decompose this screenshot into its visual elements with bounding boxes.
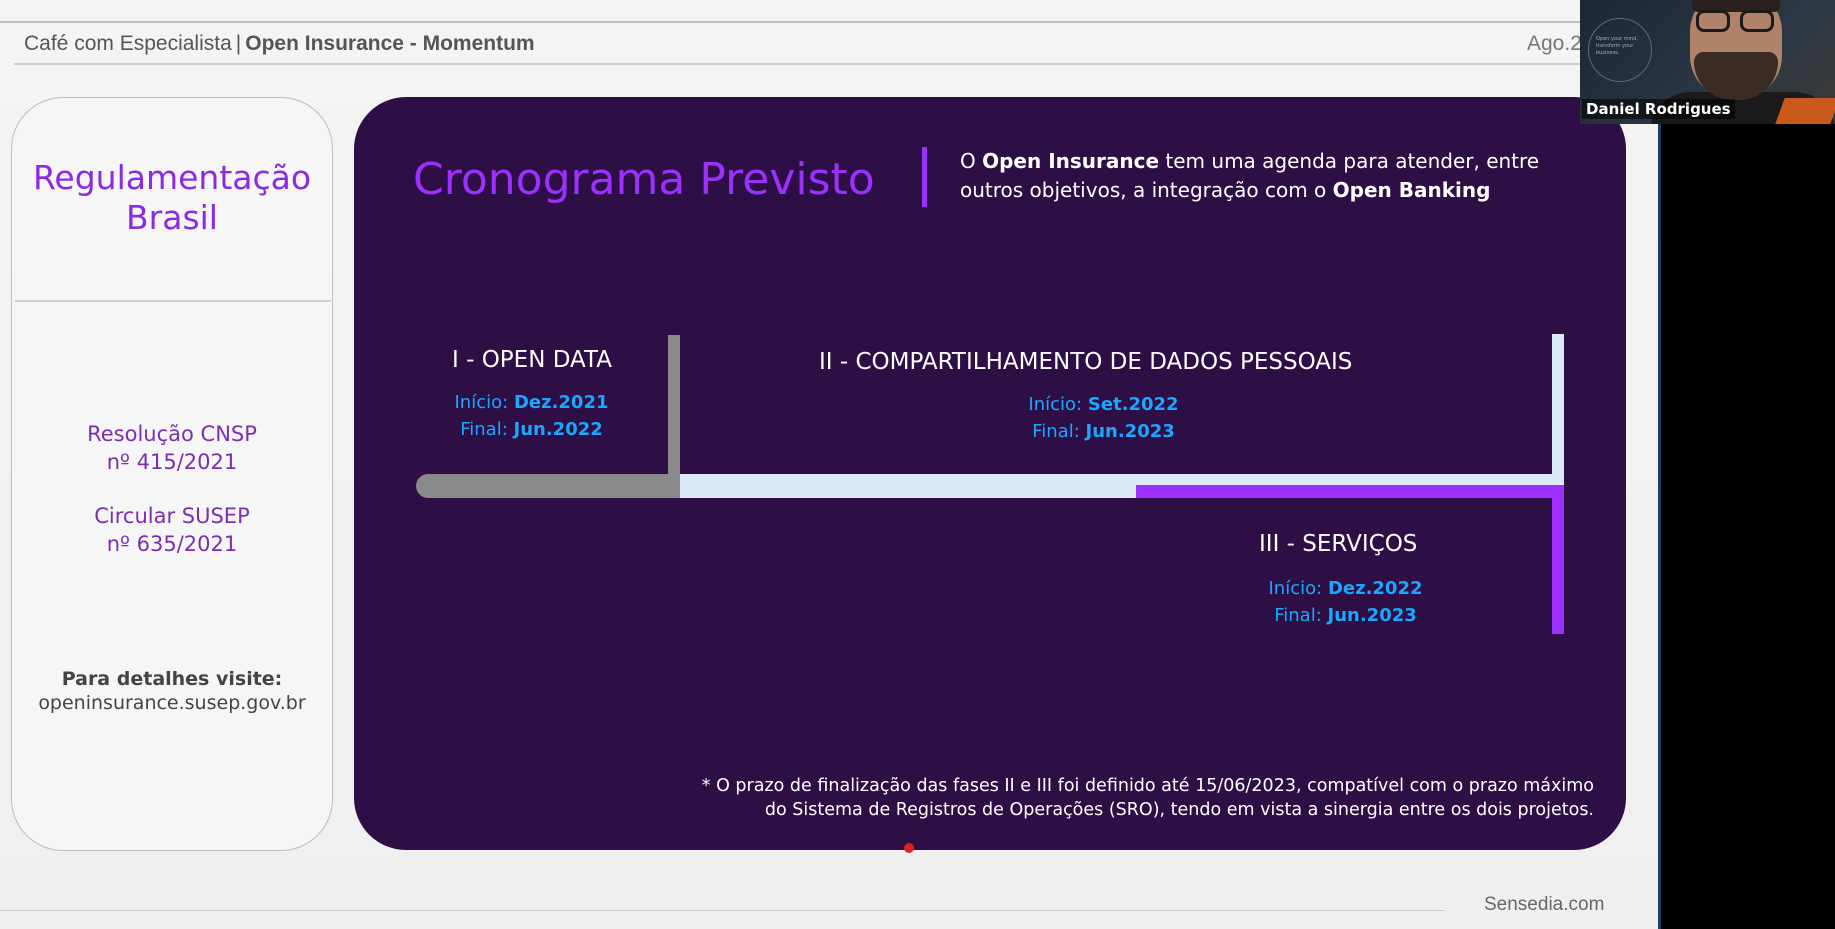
footer-divider xyxy=(0,910,1445,911)
header-title: Open Insurance - Momentum xyxy=(245,32,535,55)
timeline-phase2-marker xyxy=(1552,334,1564,498)
footnote-line: * O prazo de finalização das fases II e … xyxy=(701,776,1594,796)
intro-highlight: Open Banking xyxy=(1332,178,1491,202)
participant-shirt-accent xyxy=(1775,98,1835,124)
details-block: Para detalhes visite: openinsurance.suse… xyxy=(12,667,332,715)
start-date: Dez.2021 xyxy=(513,392,609,413)
regulation-name: Resolução CNSP xyxy=(87,422,257,446)
footnote-line: do Sistema de Registros de Operações (SR… xyxy=(764,800,1594,820)
phase3-title: III - SERVIÇOS xyxy=(1259,531,1418,557)
top-divider xyxy=(0,21,1658,23)
regulation-number: nº 415/2021 xyxy=(106,450,238,474)
end-label: Final: xyxy=(460,419,508,440)
end-label: Final: xyxy=(1032,421,1080,442)
regulation-card: Regulamentação Brasil Resolução CNSP nº … xyxy=(11,97,333,851)
start-date: Dez.2022 xyxy=(1327,578,1423,599)
end-date: Jun.2022 xyxy=(513,419,603,440)
phase2-dates: Início: Set.2022 Final: Jun.2023 xyxy=(1026,391,1181,445)
slide-header: Café com Especialista | Open Insurance - M… xyxy=(24,32,535,56)
intro-text: O xyxy=(960,149,983,173)
header-separator: | xyxy=(235,32,242,55)
glasses-left-lens xyxy=(1696,10,1730,32)
regulation-divider xyxy=(15,300,331,302)
regulation-title: Regulamentação Brasil xyxy=(32,158,312,237)
phase1-title: I - OPEN DATA xyxy=(452,347,612,373)
participant-name-label: Daniel Rodrigues xyxy=(1582,99,1735,119)
timeline-phase3-bar xyxy=(1136,485,1564,498)
details-url: openinsurance.susep.gov.br xyxy=(38,692,306,714)
background-text: Open your mind, transform your business. xyxy=(1596,36,1638,56)
phase1-dates: Início: Dez.2021 Final: Jun.2022 xyxy=(454,389,609,443)
details-label: Para detalhes visite: xyxy=(61,668,283,690)
schedule-footnote: * O prazo de finalização das fases II e … xyxy=(554,774,1594,822)
intro-highlight: Open Insurance xyxy=(982,149,1160,173)
laser-pointer-dot xyxy=(904,843,914,853)
start-date: Set.2022 xyxy=(1087,394,1179,415)
end-date: Jun.2023 xyxy=(1327,605,1417,626)
presentation-slide: Café com Especialista | Open Insurance - M… xyxy=(0,0,1658,929)
timeline-phase1-marker xyxy=(668,335,680,498)
regulation-item: Circular SUSEP nº 635/2021 xyxy=(12,502,332,558)
schedule-title: Cronograma Previsto xyxy=(413,154,875,205)
phase3-dates: Início: Dez.2022 Final: Jun.2023 xyxy=(1263,575,1428,629)
footer-site: Sensedia.com xyxy=(1484,894,1605,915)
timeline-phase1-bar xyxy=(416,474,688,498)
title-accent-bar xyxy=(922,147,927,207)
video-edge-strip xyxy=(1658,124,1661,929)
start-label: Início: xyxy=(454,392,509,413)
regulation-item: Resolução CNSP nº 415/2021 xyxy=(12,420,332,476)
start-label: Início: xyxy=(1028,394,1083,415)
end-date: Jun.2023 xyxy=(1085,421,1175,442)
glasses-right-lens xyxy=(1740,10,1774,32)
header-brand: Café com Especialista xyxy=(24,32,232,55)
regulation-name: Circular SUSEP xyxy=(94,504,250,528)
schedule-card: Cronograma Previsto O Open Insurance tem… xyxy=(354,97,1626,850)
timeline-phase3-marker xyxy=(1552,485,1564,634)
start-label: Início: xyxy=(1268,578,1323,599)
schedule-intro: O Open Insurance tem uma agenda para ate… xyxy=(960,147,1600,205)
phase2-title: II - COMPARTILHAMENTO DE DADOS PESSOAIS xyxy=(819,349,1353,375)
header-date: Ago.2 xyxy=(1527,32,1582,55)
end-label: Final: xyxy=(1274,605,1322,626)
header-divider xyxy=(14,63,1658,65)
webcam-tile[interactable]: Open your mind, transform your business.… xyxy=(1580,0,1835,124)
regulation-number: nº 635/2021 xyxy=(106,532,238,556)
